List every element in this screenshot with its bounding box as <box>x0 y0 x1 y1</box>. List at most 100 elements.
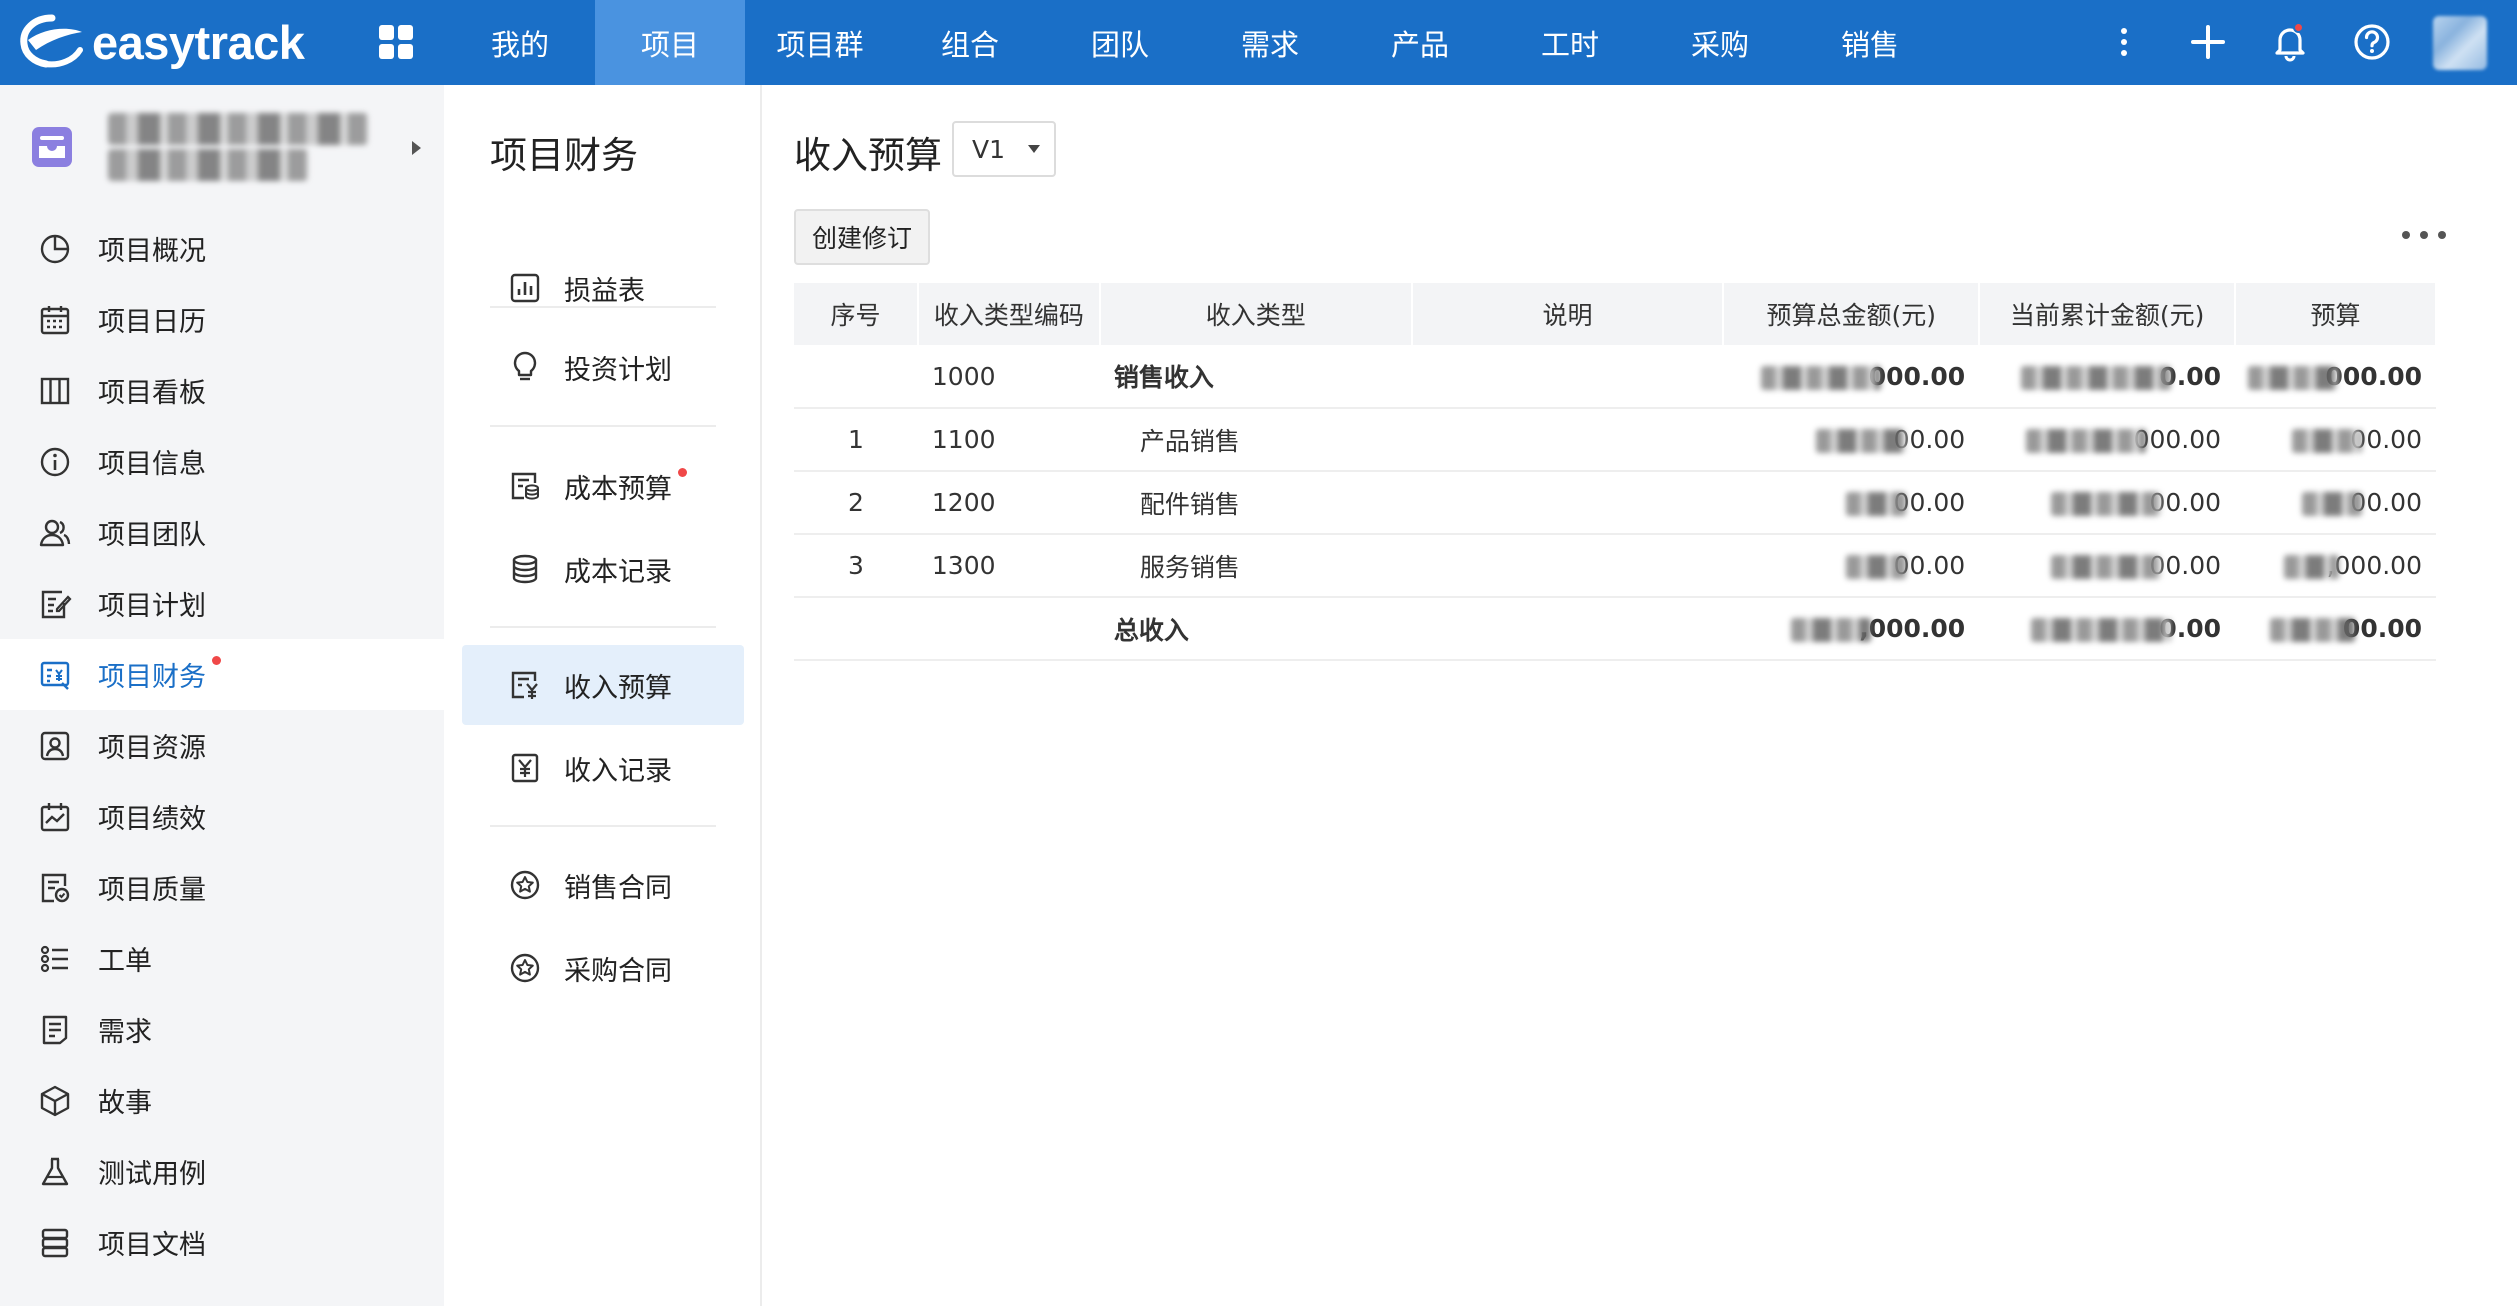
cell-type: 销售收入 <box>1099 345 1412 409</box>
sidebar-item-kanban[interactable]: 项目看板 <box>0 355 444 426</box>
sidebar-item-stories[interactable]: 故事 <box>0 1065 444 1136</box>
subnav-item-income-statement[interactable]: 损益表 <box>462 248 744 328</box>
sidebar-item-testcases[interactable]: 测试用例 <box>0 1136 444 1207</box>
subnav-item-income-record[interactable]: 收入记录 <box>462 728 744 808</box>
cell-budget-total: 00.00 <box>1723 471 1980 535</box>
bell-icon[interactable] <box>2266 18 2314 66</box>
nav-item-requirement[interactable]: 需求 <box>1195 0 1345 85</box>
create-revision-button[interactable]: 创建修订 <box>794 209 930 265</box>
sidebar-item-label: 测试用例 <box>98 1159 206 1190</box>
column-header-current-total[interactable]: 当前累计金额(元) <box>1979 283 2237 345</box>
nav-item-procurement[interactable]: 采购 <box>1645 0 1795 85</box>
document-icon <box>38 1226 72 1260</box>
more-horizontal-icon[interactable] <box>2402 225 2446 245</box>
subnav-item-cost-budget[interactable]: 成本预算 <box>462 446 744 526</box>
table-row[interactable]: 1 1100 产品销售 00.00 000.00 00.00 <box>794 408 2436 472</box>
redacted-amount <box>2021 365 2172 390</box>
database-icon <box>508 552 542 586</box>
subnav-item-cost-record[interactable]: 成本记录 <box>462 529 744 609</box>
cell-desc <box>1411 597 1724 661</box>
subnav-item-sales-contract[interactable]: 销售合同 <box>462 845 744 925</box>
help-icon[interactable] <box>2348 18 2396 66</box>
cell-budget-total: ,000.00 <box>1723 597 1980 661</box>
sidebar-item-resource[interactable]: 项目资源 <box>0 710 444 781</box>
notification-dot <box>2293 22 2304 33</box>
subnav-item-income-budget[interactable]: 收入预算 <box>462 645 744 725</box>
info-icon <box>38 445 72 479</box>
nav-item-product[interactable]: 产品 <box>1345 0 1495 85</box>
version-select[interactable]: V1 <box>952 121 1056 177</box>
star-circle-icon <box>508 951 542 985</box>
finance-icon <box>38 658 72 692</box>
project-sidebar: 项目概况 项目日历 项目看板 项目信息 项目团队 项目计划 项目财务 项目资源 … <box>0 85 444 1306</box>
subnav-item-purchase-contract[interactable]: 采购合同 <box>462 928 744 1008</box>
nav-item-sales[interactable]: 销售 <box>1795 0 1945 85</box>
app-grid-icon[interactable] <box>376 22 416 62</box>
sidebar-item-plan[interactable]: 项目计划 <box>0 568 444 639</box>
table-row[interactable]: 3 1300 服务销售 00.00 00.00 ,000.00 <box>794 534 2436 598</box>
sidebar-item-label: 项目绩效 <box>98 804 206 835</box>
sidebar-item-documents[interactable]: 项目文档 <box>0 1207 444 1278</box>
cell-code: 1100 <box>917 408 1100 472</box>
sidebar-item-info[interactable]: 项目信息 <box>0 426 444 497</box>
sidebar-item-finance[interactable]: 项目财务 <box>0 639 444 710</box>
caret-right-icon[interactable] <box>412 141 421 155</box>
subnav-item-investment-plan[interactable]: 投资计划 <box>462 327 744 407</box>
nav-item-mine[interactable]: 我的 <box>445 0 595 85</box>
sidebar-item-tickets[interactable]: 工单 <box>0 923 444 994</box>
nav-item-timesheet[interactable]: 工时 <box>1495 0 1645 85</box>
cell-current-total: 000.00 <box>1979 408 2236 472</box>
cell-type: 服务销售 <box>1099 534 1412 598</box>
cell-desc <box>1411 471 1724 535</box>
cost-budget-icon <box>508 469 542 503</box>
redacted-amount <box>2025 429 2146 453</box>
pie-chart-icon <box>38 232 72 266</box>
nav-item-team[interactable]: 团队 <box>1045 0 1195 85</box>
sidebar-item-label: 工单 <box>98 946 152 977</box>
column-header-budget-total[interactable]: 预算总金额(元) <box>1723 283 1981 345</box>
column-header-code[interactable]: 收入类型编码 <box>917 283 1101 345</box>
subnav-item-label: 销售合同 <box>564 872 672 904</box>
version-select-value: V1 <box>972 134 1006 164</box>
resource-icon <box>38 729 72 763</box>
cell-current-total: 00.00 <box>1979 534 2236 598</box>
sidebar-item-performance[interactable]: 项目绩效 <box>0 781 444 852</box>
flask-icon <box>38 1155 72 1189</box>
income-record-icon <box>508 751 542 785</box>
project-switcher[interactable] <box>0 85 444 209</box>
top-navbar: easytrack 我的 项目 项目群 组合 团队 需求 产品 工时 采购 销售 <box>0 0 2517 85</box>
redacted-amount <box>2292 429 2363 453</box>
sidebar-item-team[interactable]: 项目团队 <box>0 497 444 568</box>
sidebar-item-label: 项目资源 <box>98 733 206 764</box>
column-header-desc[interactable]: 说明 <box>1411 283 1725 345</box>
column-header-type[interactable]: 收入类型 <box>1099 283 1413 345</box>
easytrack-logo[interactable]: easytrack <box>16 10 305 74</box>
column-header-budget[interactable]: 预算 <box>2235 283 2437 345</box>
caret-down-icon <box>1028 145 1040 153</box>
sidebar-item-quality[interactable]: 项目质量 <box>0 852 444 923</box>
divider <box>490 425 716 427</box>
sidebar-item-label: 项目团队 <box>98 520 206 551</box>
table-row[interactable]: 1000 销售收入 000.00 0.00 000.00 <box>794 345 2436 409</box>
nav-item-project[interactable]: 项目 <box>595 0 745 85</box>
column-header-seq[interactable]: 序号 <box>794 283 919 345</box>
amount-text: 000.00 <box>1868 361 1966 391</box>
sidebar-item-calendar[interactable]: 项目日历 <box>0 284 444 355</box>
more-vertical-icon[interactable] <box>2100 18 2148 66</box>
logo-swoosh-icon <box>20 14 83 68</box>
plus-icon[interactable] <box>2184 18 2232 66</box>
divider <box>490 626 716 628</box>
table-row[interactable]: 总收入 ,000.00 0.00 00.00 <box>794 597 2436 661</box>
user-avatar[interactable] <box>2433 16 2487 70</box>
sidebar-item-requirements[interactable]: 需求 <box>0 994 444 1065</box>
nav-item-portfolio[interactable]: 组合 <box>895 0 1045 85</box>
lightbulb-icon <box>508 350 542 384</box>
redacted-amount <box>1845 492 1906 516</box>
nav-item-program[interactable]: 项目群 <box>745 0 895 85</box>
table-row[interactable]: 2 1200 配件销售 00.00 00.00 00.00 <box>794 471 2436 535</box>
sidebar-item-overview[interactable]: 项目概况 <box>0 213 444 284</box>
cell-type: 产品销售 <box>1099 408 1412 472</box>
redacted-amount <box>2302 492 2363 516</box>
main-nav: 我的 项目 项目群 组合 团队 需求 产品 工时 采购 销售 <box>445 0 1945 85</box>
cell-code: 1200 <box>917 471 1100 535</box>
